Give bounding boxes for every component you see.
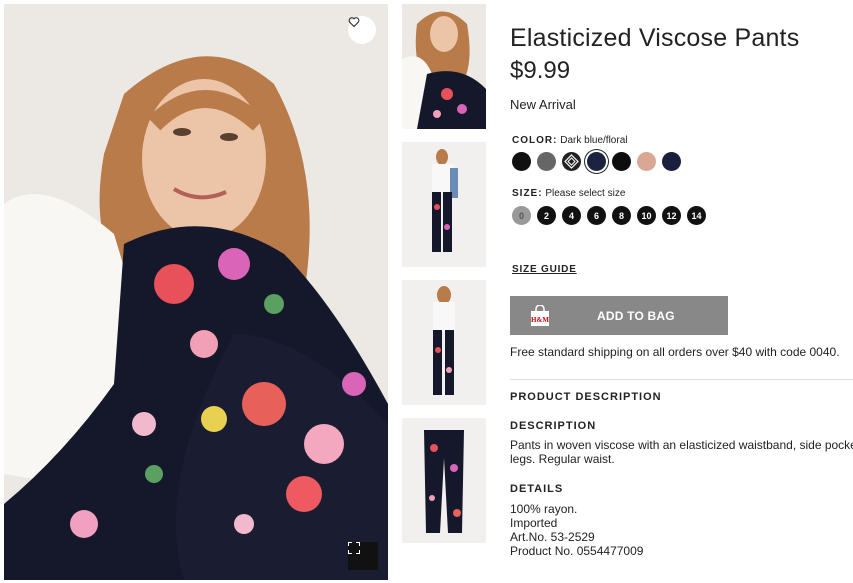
thumbnail-image [402, 418, 486, 543]
size-option-2[interactable]: 2 [537, 206, 556, 225]
expand-icon [348, 542, 360, 554]
thumbnail-list [402, 4, 486, 556]
section-divider [510, 379, 853, 380]
product-info-panel: Elasticized Viscose Pants $9.99 New Arri… [510, 24, 853, 558]
swatch-black-2[interactable] [612, 152, 631, 171]
color-label: COLOR: [512, 135, 558, 146]
thumbnail-2[interactable] [402, 142, 486, 267]
size-option-12[interactable]: 12 [662, 206, 681, 225]
thumbnail-3[interactable] [402, 280, 486, 405]
swatch-dark-blue-floral[interactable] [587, 152, 606, 171]
size-option-0[interactable]: 0 [512, 206, 531, 225]
description-line-1: Pants in woven viscose with an elasticiz… [510, 438, 853, 452]
size-label: SIZE: [512, 188, 543, 199]
size-options: 0 2 4 6 8 10 12 14 [512, 206, 706, 225]
size-option-4[interactable]: 4 [562, 206, 581, 225]
thumbnail-image [402, 280, 486, 405]
size-option-8[interactable]: 8 [612, 206, 631, 225]
shopping-bag-icon: H&M [531, 304, 549, 326]
model-photo [4, 4, 388, 580]
size-label-row: SIZE: Please select size [512, 188, 625, 199]
detail-art-no: Art.No. 53-2529 [510, 530, 595, 544]
details-heading: DETAILS [510, 483, 564, 495]
size-guide-link[interactable]: SIZE GUIDE [512, 264, 577, 275]
add-to-bag-button[interactable]: H&M ADD TO BAG [510, 296, 728, 335]
product-price: $9.99 [510, 57, 571, 84]
svg-text:H&M: H&M [531, 316, 549, 324]
size-option-10[interactable]: 10 [637, 206, 656, 225]
product-description-heading[interactable]: PRODUCT DESCRIPTION [510, 391, 662, 403]
main-product-image[interactable] [4, 4, 388, 580]
swatch-black[interactable] [512, 152, 531, 171]
size-option-6[interactable]: 6 [587, 206, 606, 225]
fullscreen-button[interactable] [348, 542, 378, 570]
thumbnail-4[interactable] [402, 418, 486, 543]
pattern-icon [564, 154, 579, 169]
favorite-button[interactable] [348, 16, 376, 44]
size-placeholder: Please select size [545, 188, 626, 199]
swatch-black-white-pattern[interactable] [562, 152, 581, 171]
detail-material: 100% rayon. [510, 502, 578, 516]
new-arrival-badge: New Arrival [510, 97, 576, 112]
detail-origin: Imported [510, 516, 558, 530]
swatch-dark-gray[interactable] [537, 152, 556, 171]
thumbnail-image [402, 142, 486, 267]
color-value: Dark blue/floral [560, 135, 628, 146]
color-label-row: COLOR: Dark blue/floral [512, 135, 628, 146]
size-option-14[interactable]: 14 [687, 206, 706, 225]
add-to-bag-label: ADD TO BAG [597, 308, 675, 323]
product-title: Elasticized Viscose Pants [510, 24, 800, 52]
description-heading: DESCRIPTION [510, 420, 597, 432]
shipping-info: Free standard shipping on all orders ove… [510, 345, 840, 359]
description-line-2: legs. Regular waist. [510, 452, 615, 466]
color-swatches [512, 152, 681, 171]
swatch-navy[interactable] [662, 152, 681, 171]
swatch-beige[interactable] [637, 152, 656, 171]
thumbnail-1[interactable] [402, 4, 486, 129]
detail-product-no: Product No. 0554477009 [510, 544, 644, 558]
thumbnail-image [402, 4, 486, 129]
heart-icon [348, 17, 360, 28]
